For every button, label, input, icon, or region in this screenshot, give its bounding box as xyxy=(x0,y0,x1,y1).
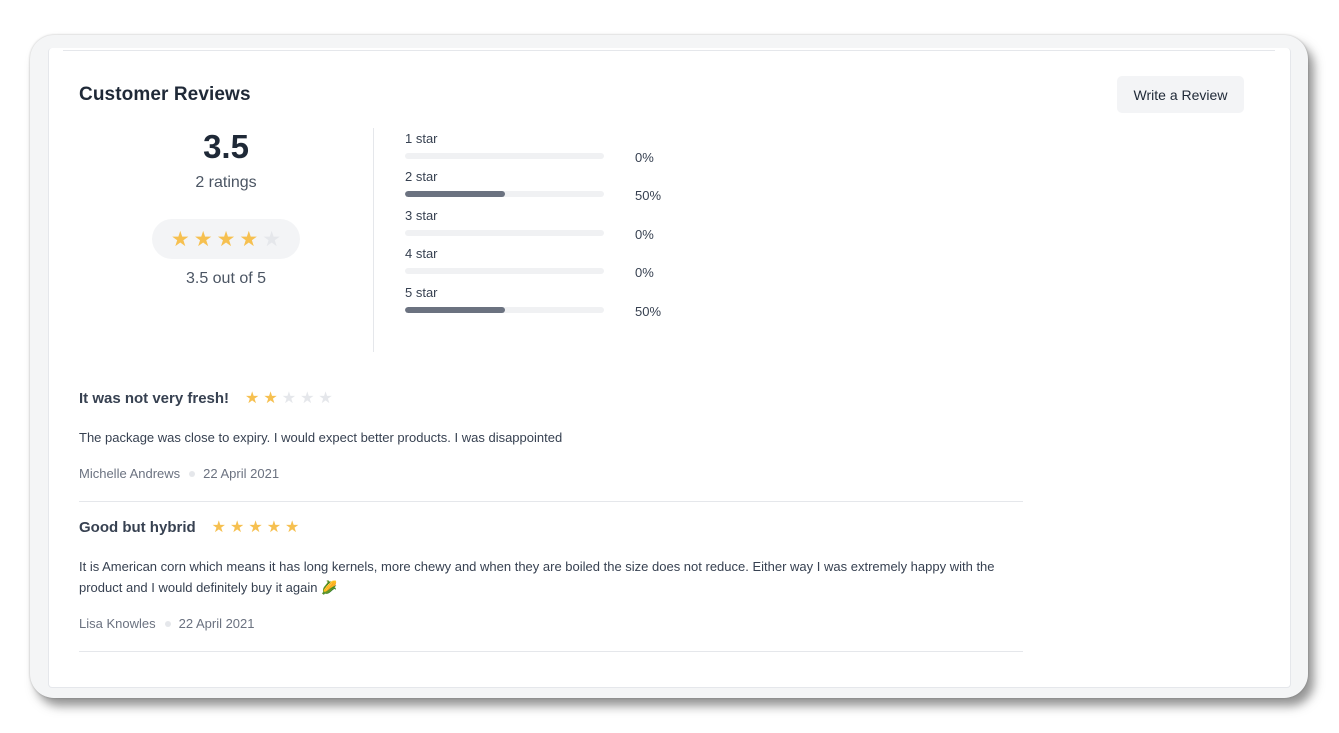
review-body: It is American corn which means it has l… xyxy=(79,559,995,595)
star-filled-icon: ★ xyxy=(193,227,213,251)
review-star-rating: ★ ★ ★ ★ ★ xyxy=(245,389,337,407)
star-filled-icon: ★ xyxy=(230,518,245,536)
distribution-percent: 0% xyxy=(635,227,654,242)
star-filled-icon: ★ xyxy=(263,389,278,407)
review-star-rating: ★ ★ ★ ★ ★ xyxy=(211,518,304,536)
distribution-bar xyxy=(405,230,604,236)
distribution-row-3-star: 3 star 0% xyxy=(405,208,705,246)
star-filled-icon: ★ xyxy=(285,518,300,536)
star-filled-icon: ★ xyxy=(170,227,190,251)
separator-dot xyxy=(164,620,171,627)
distribution-percent: 0% xyxy=(635,265,654,280)
vertical-divider xyxy=(373,128,374,352)
star-filled-icon: ★ xyxy=(266,518,282,536)
ratings-count: 2 ratings xyxy=(195,174,257,191)
separator-dot xyxy=(189,470,196,477)
star-empty-icon: ★ xyxy=(262,227,282,251)
review-item: It was not very fresh! ★ ★ ★ ★ ★ xyxy=(79,390,1023,407)
rating-out-of: 3.5 out of 5 xyxy=(185,270,267,287)
distribution-bar xyxy=(405,153,604,159)
review-header: Good but hybrid ★ ★ ★ ★ ★ xyxy=(79,519,1023,536)
summary-star-rating: ★ ★ ★ ★ ★ xyxy=(152,219,300,259)
top-divider xyxy=(63,50,1275,51)
distribution-percent: 50% xyxy=(635,188,662,203)
star-filled-icon: ★ xyxy=(248,518,263,536)
section-title: Customer Reviews xyxy=(79,84,251,105)
star-filled-icon: ★ xyxy=(239,227,259,251)
review-item: Good but hybrid ★ ★ ★ ★ ★ xyxy=(79,519,1023,536)
distribution-bar xyxy=(405,268,604,274)
distribution-label: 1 star xyxy=(405,131,438,146)
distribution-bar-fill xyxy=(405,307,505,313)
distribution-row-5-star: 5 star 50% xyxy=(405,285,705,323)
review-header: It was not very fresh! ★ ★ ★ ★ ★ xyxy=(79,390,1023,407)
review-date: 22 April 2021 xyxy=(203,466,280,481)
review-divider xyxy=(79,501,1023,502)
review-author: Michelle Andrews xyxy=(79,466,181,481)
review-meta: Lisa Knowles 22 April 2021 xyxy=(79,616,1023,631)
star-filled-icon: ★ xyxy=(211,518,226,536)
review-meta-wrap: Michelle Andrews 22 April 2021 xyxy=(79,466,1023,481)
distribution-bar xyxy=(405,191,604,197)
write-review-button[interactable]: Write a Review xyxy=(1117,76,1244,113)
review-meta-wrap: Lisa Knowles 22 April 2021 xyxy=(79,616,1023,631)
review-author: Lisa Knowles xyxy=(79,616,156,631)
star-empty-icon: ★ xyxy=(318,389,333,407)
distribution-label: 3 star xyxy=(405,208,438,223)
distribution-row-1-star: 1 star 0% xyxy=(405,131,705,169)
distribution-label: 4 star xyxy=(405,246,438,261)
review-body: The package was close to expiry. I would… xyxy=(79,430,563,445)
review-meta: Michelle Andrews 22 April 2021 xyxy=(79,466,1023,481)
distribution-percent: 50% xyxy=(635,304,662,319)
distribution-label: 2 star xyxy=(405,169,438,184)
distribution-bar-fill xyxy=(405,191,505,197)
star-empty-icon: ★ xyxy=(281,389,297,407)
average-rating: 3.5 xyxy=(203,128,249,165)
distribution-percent: 0% xyxy=(635,150,654,165)
star-filled-icon: ★ xyxy=(216,227,236,251)
distribution-row-4-star: 4 star 0% xyxy=(405,246,705,284)
review-title: Good but hybrid xyxy=(79,519,196,536)
star-filled-icon: ★ xyxy=(245,389,260,407)
star-empty-icon: ★ xyxy=(300,389,315,407)
review-divider xyxy=(79,651,1023,652)
review-title: It was not very fresh! xyxy=(79,390,230,407)
review-date: 22 April 2021 xyxy=(178,616,255,631)
distribution-label: 5 star xyxy=(405,285,438,300)
review-body-wrap: It is American corn which means it has l… xyxy=(79,556,1023,598)
review-body-wrap: The package was close to expiry. I would… xyxy=(79,427,1023,448)
distribution-bar xyxy=(405,307,604,313)
distribution-row-2-star: 2 star 50% xyxy=(405,169,705,207)
